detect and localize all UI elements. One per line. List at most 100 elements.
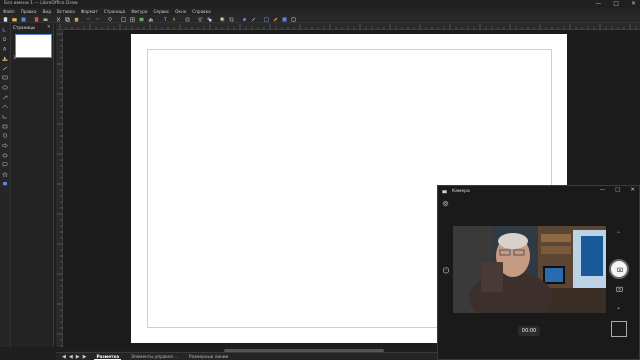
crop-icon[interactable] xyxy=(229,17,234,22)
timer-icon[interactable] xyxy=(442,266,450,274)
tab-controls[interactable]: Элементы управле... xyxy=(129,354,179,359)
new-document-icon[interactable] xyxy=(3,16,8,22)
zoom-icon[interactable] xyxy=(108,16,113,22)
line-tool-icon[interactable] xyxy=(2,66,8,71)
next-tab-arrow-icon[interactable]: ▶ xyxy=(76,354,80,360)
copy-icon[interactable] xyxy=(65,16,70,22)
recording-timer: 00:00 xyxy=(518,326,540,336)
close-button[interactable]: ✕ xyxy=(631,0,636,7)
menu-tools[interactable]: Сервис xyxy=(153,9,169,14)
cut-icon[interactable] xyxy=(56,16,61,22)
toggle-extrusion-icon[interactable] xyxy=(282,17,287,22)
paste-icon[interactable] xyxy=(74,17,79,22)
camera-shutter-icon xyxy=(617,267,623,272)
chart-icon[interactable] xyxy=(148,17,153,22)
pages-panel-title: Страницы xyxy=(13,25,36,30)
flowchart-icon[interactable] xyxy=(2,153,8,158)
image-icon[interactable] xyxy=(139,17,144,22)
text-tool-icon[interactable]: A xyxy=(2,46,8,51)
shutter-button[interactable] xyxy=(609,259,629,279)
menu-page[interactable]: Страница xyxy=(104,9,125,14)
helplines-icon[interactable] xyxy=(264,16,269,22)
menu-bar: Файл Правка Вид Вставка Формат Страница … xyxy=(0,8,640,15)
gear-icon[interactable] xyxy=(442,200,449,207)
stars-icon[interactable] xyxy=(2,172,8,177)
last-tab-arrow-icon[interactable]: ▶ xyxy=(83,354,87,360)
menu-edit[interactable]: Правка xyxy=(21,9,37,14)
vertical-ruler xyxy=(56,30,63,347)
prev-tab-arrow-icon[interactable]: ◀ xyxy=(69,354,73,360)
menu-file[interactable]: Файл xyxy=(3,9,15,14)
grid-icon[interactable] xyxy=(121,16,126,22)
camera-window: Камера — □ ✕ ⌃ ⌄ 00:00 xyxy=(437,185,640,360)
menu-format[interactable]: Формат xyxy=(81,9,98,14)
pages-panel: Страницы × 1 xyxy=(11,23,54,347)
horizontal-ruler xyxy=(56,23,640,30)
curve-tool-icon[interactable] xyxy=(2,104,8,109)
fontwork-icon[interactable]: A xyxy=(172,17,177,22)
table-icon[interactable] xyxy=(130,16,135,22)
svg-text:T: T xyxy=(163,17,167,22)
chevron-down-icon[interactable]: ⌄ xyxy=(616,304,621,311)
tab-navigation: ◀ ◀ ▶ ▶ xyxy=(62,354,86,360)
svg-text:A: A xyxy=(3,46,7,51)
rectangle-tool-icon[interactable] xyxy=(2,75,8,80)
pencil-icon[interactable] xyxy=(273,17,278,22)
textbox-icon[interactable]: T xyxy=(163,17,168,22)
undo-icon[interactable] xyxy=(86,17,91,22)
select-arrow-icon[interactable] xyxy=(2,27,8,32)
page-thumbnail[interactable] xyxy=(15,34,52,58)
camera-close-button[interactable]: ✕ xyxy=(630,187,635,193)
camera-maximize-button[interactable]: □ xyxy=(615,187,620,193)
tab-dimension-lines[interactable]: Размерные линии xyxy=(187,354,230,359)
tab-layout[interactable]: Разметка xyxy=(94,354,122,360)
callouts-icon[interactable] xyxy=(2,162,8,167)
webcam-image xyxy=(453,226,606,313)
gallery-thumbnail-button[interactable] xyxy=(611,321,627,337)
camera-window-controls: — □ ✕ xyxy=(600,187,635,193)
minimize-button[interactable]: — xyxy=(595,0,601,7)
more-tools-icon[interactable] xyxy=(291,17,296,22)
photo-mode-icon[interactable] xyxy=(616,286,623,292)
align-icon[interactable] xyxy=(198,17,203,22)
ruler-ticks-vertical xyxy=(57,33,63,347)
menu-help[interactable]: Справка xyxy=(192,9,210,14)
menu-insert[interactable]: Вставка xyxy=(57,9,75,14)
symbol-shapes-icon[interactable] xyxy=(2,133,8,138)
basic-shapes-icon[interactable] xyxy=(2,124,8,129)
title-bar: Без имени 1 — LibreOffice Draw — □ ✕ xyxy=(0,0,640,8)
arrow-line-icon[interactable] xyxy=(2,95,8,100)
ellipse-tool-icon[interactable] xyxy=(2,85,8,90)
points-icon[interactable] xyxy=(242,17,247,22)
window-controls: — □ ✕ xyxy=(595,0,636,7)
shadow-icon[interactable] xyxy=(220,17,225,22)
camera-title: Камера xyxy=(452,189,470,194)
save-icon[interactable] xyxy=(21,17,26,22)
open-folder-icon[interactable] xyxy=(12,17,17,22)
camera-minimize-button[interactable]: — xyxy=(600,187,606,193)
arrange-icon[interactable] xyxy=(207,17,212,22)
svg-text:A: A xyxy=(173,17,176,22)
redo-icon[interactable] xyxy=(95,17,100,22)
close-icon[interactable]: × xyxy=(47,24,51,30)
zoom-pan-icon[interactable] xyxy=(2,37,8,42)
menu-window[interactable]: Окно xyxy=(175,9,186,14)
block-arrows-icon[interactable] xyxy=(2,143,8,148)
connector-tool-icon[interactable] xyxy=(2,114,8,119)
maximize-button[interactable]: □ xyxy=(613,0,619,7)
standard-toolbar: T A xyxy=(0,15,640,23)
transform-icon[interactable] xyxy=(185,17,190,22)
fill-color-icon[interactable] xyxy=(2,56,8,61)
chevron-up-icon[interactable]: ⌃ xyxy=(616,231,621,238)
drawing-toolbar: A xyxy=(0,23,11,347)
export-pdf-icon[interactable] xyxy=(34,16,39,22)
print-icon[interactable] xyxy=(43,17,48,22)
menu-view[interactable]: Вид xyxy=(43,9,52,14)
3d-objects-icon[interactable] xyxy=(2,181,8,186)
menu-shape[interactable]: Фигура xyxy=(131,9,147,14)
camera-app-icon xyxy=(442,190,447,194)
ruler-ticks-horizontal xyxy=(59,24,637,30)
first-tab-arrow-icon[interactable]: ◀ xyxy=(62,354,66,360)
glue-icon[interactable] xyxy=(251,17,256,22)
camera-preview xyxy=(453,226,606,313)
